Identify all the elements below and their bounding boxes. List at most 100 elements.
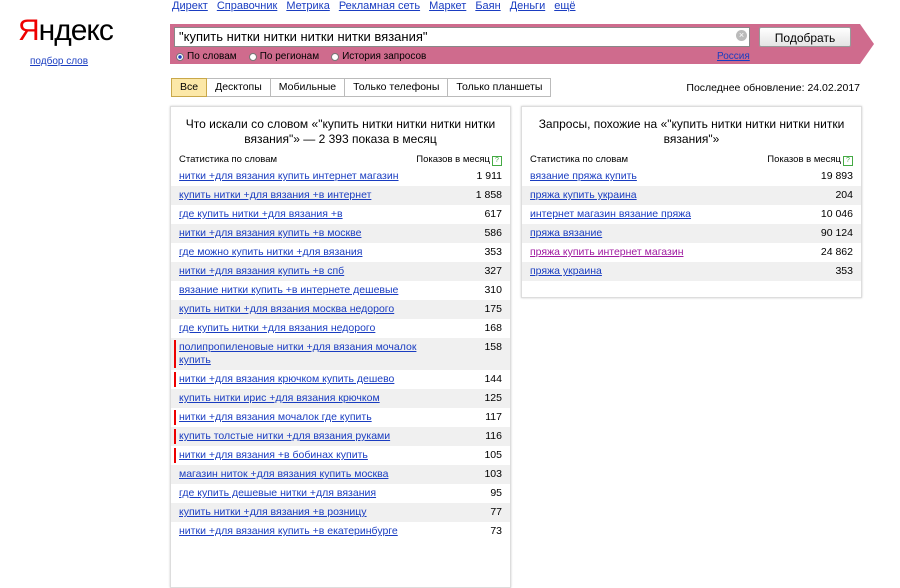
table-row: пряжа украина 353: [522, 262, 861, 281]
topnav-link[interactable]: Деньги: [510, 0, 546, 12]
table-row: нитки +для вязания купить +в екатеринбур…: [171, 522, 510, 541]
shows-count: 105: [484, 449, 502, 461]
keyword-link[interactable]: где можно купить нитки +для вязания: [179, 246, 362, 259]
yandex-logo[interactable]: Яндекс: [18, 14, 114, 48]
shows-count: 310: [484, 284, 502, 296]
keyword-link[interactable]: пряжа вязание: [530, 227, 602, 240]
keyword-link[interactable]: магазин ниток +для вязания купить москва: [179, 468, 388, 481]
table-row: нитки +для вязания +в бобинах купить 105: [171, 446, 510, 465]
keyword-link[interactable]: купить нитки ирис +для вязания крючком: [179, 392, 380, 405]
keyword-link[interactable]: купить нитки +для вязания москва недорог…: [179, 303, 394, 316]
shows-count: 90 124: [820, 227, 853, 239]
clear-icon[interactable]: ×: [736, 30, 747, 41]
table-row: купить нитки ирис +для вязания крючком 12…: [171, 389, 510, 408]
keyword-link[interactable]: нитки +для вязания купить +в спб: [179, 265, 344, 278]
logo-first-letter: Я: [18, 14, 40, 47]
shows-count: 327: [484, 265, 502, 277]
search-input[interactable]: "купить нитки нитки нитки нитки вязания": [174, 27, 750, 47]
keyword-link[interactable]: пряжа украина: [530, 265, 602, 278]
keyword-link[interactable]: пряжа купить украина: [530, 189, 637, 202]
keyword-link[interactable]: где купить дешевые нитки +для вязания: [179, 487, 376, 500]
keyword-link[interactable]: вязание пряжа купить: [530, 170, 637, 183]
shows-count: 168: [484, 322, 502, 334]
keyword-link[interactable]: вязание нитки купить +в интернете дешевы…: [179, 284, 398, 297]
table-row: где купить нитки +для вязания недорого 16…: [171, 319, 510, 338]
shows-count: 19 893: [820, 170, 853, 182]
region-link[interactable]: Россия: [717, 51, 750, 62]
topnav-link[interactable]: Справочник: [217, 0, 278, 12]
table-row: где купить нитки +для вязания +в 617: [171, 205, 510, 224]
podbor-slov-link[interactable]: подбор слов: [30, 56, 88, 67]
radio-button-icon[interactable]: [248, 52, 257, 61]
radio-label: По регионам: [259, 51, 320, 62]
table-row: пряжа купить интернет магазин 24 862: [522, 243, 861, 262]
shows-count: 10 046: [820, 208, 853, 220]
device-tab[interactable]: Только планшеты: [448, 78, 552, 97]
left-col-shows: Показов в месяц?: [416, 153, 502, 167]
table-row: где купить дешевые нитки +для вязания 95: [171, 484, 510, 503]
device-tabs: Все Десктопы Мобильные Только телефоны Тольк…: [171, 78, 552, 97]
device-tab[interactable]: Только телефоны: [345, 78, 449, 97]
shows-count: 116: [485, 430, 502, 442]
radio-button-icon[interactable]: [331, 52, 340, 61]
table-row: нитки +для вязания купить интернет магаз…: [171, 167, 510, 186]
table-row: нитки +для вязания купить +в москве 586: [171, 224, 510, 243]
keyword-link[interactable]: интернет магазин вязание пряжа: [530, 208, 691, 221]
table-row: пряжа купить украина 204: [522, 186, 861, 205]
shows-count: 73: [490, 525, 502, 537]
device-tab[interactable]: Десктопы: [207, 78, 271, 97]
left-panel-title: Что искали со словом «"купить нитки нитк…: [185, 117, 496, 146]
table-row: вязание пряжа купить 19 893: [522, 167, 861, 186]
shows-count: 1 911: [476, 170, 503, 182]
shows-count: 125: [484, 392, 502, 404]
right-table-body: вязание пряжа купить 19 893 пряжа купить у…: [522, 167, 861, 281]
radio-option[interactable]: По словам: [176, 51, 237, 62]
last-update-text: Последнее обновление: 24.02.2017: [686, 82, 860, 94]
table-row: вязание нитки купить +в интернете дешевы…: [171, 281, 510, 300]
topnav-link[interactable]: Метрика: [286, 0, 330, 12]
help-icon[interactable]: ?: [492, 156, 502, 166]
table-row: купить нитки +для вязания +в розницу 77: [171, 503, 510, 522]
keyword-link[interactable]: где купить нитки +для вязания +в: [179, 208, 343, 221]
table-row: купить нитки +для вязания +в интернет 1 8…: [171, 186, 510, 205]
table-row: пряжа вязание 90 124: [522, 224, 861, 243]
keyword-link[interactable]: купить толстые нитки +для вязания руками: [179, 430, 390, 443]
topnav-link[interactable]: Рекламная сеть: [339, 0, 420, 12]
radio-option[interactable]: История запросов: [331, 51, 426, 62]
device-tab[interactable]: Все: [171, 78, 208, 97]
keyword-link[interactable]: купить нитки +для вязания +в интернет: [179, 189, 371, 202]
keyword-link[interactable]: где купить нитки +для вязания недорого: [179, 322, 375, 335]
right-panel-title: Запросы, похожие на «"купить нитки нитки…: [538, 117, 845, 146]
keyword-link[interactable]: нитки +для вязания крючком купить дешево: [179, 373, 394, 386]
keyword-link[interactable]: нитки +для вязания купить +в москве: [179, 227, 361, 240]
shows-count: 586: [484, 227, 502, 239]
radio-option[interactable]: По регионам: [248, 51, 320, 62]
left-col-keywords: Статистика по словам: [179, 154, 278, 165]
topnav-link[interactable]: ещё: [554, 0, 575, 12]
device-tab[interactable]: Мобильные: [270, 78, 346, 97]
help-icon[interactable]: ?: [843, 156, 853, 166]
table-row: где можно купить нитки +для вязания 353: [171, 243, 510, 262]
keyword-link[interactable]: нитки +для вязания купить интернет магаз…: [179, 170, 399, 183]
keyword-link[interactable]: нитки +для вязания мочалок где купить: [179, 411, 372, 424]
radio-label: История запросов: [342, 51, 427, 62]
keyword-link[interactable]: нитки +для вязания +в бобинах купить: [179, 449, 368, 462]
topnav-link[interactable]: Маркет: [429, 0, 466, 12]
top-navigation: Директ Справочник Метрика Рекламная сеть Мар…: [172, 0, 576, 12]
logo-rest: ндекс: [38, 14, 114, 47]
right-table-header: Статистика по словам Показов в месяц?: [530, 153, 853, 167]
topnav-link[interactable]: Баян: [475, 0, 500, 12]
keyword-link[interactable]: полипропиленовые нитки +для вязания моча…: [179, 341, 429, 367]
left-table-header: Статистика по словам Показов в месяц?: [179, 153, 502, 167]
keyword-link[interactable]: купить нитки +для вязания +в розницу: [179, 506, 367, 519]
radio-button-icon[interactable]: [176, 52, 184, 61]
keyword-link[interactable]: пряжа купить интернет магазин: [530, 246, 684, 259]
shows-count: 77: [490, 506, 502, 518]
left-table-body: нитки +для вязания купить интернет магаз…: [171, 167, 510, 541]
right-similar-panel: Запросы, похожие на «"купить нитки нитки…: [521, 106, 862, 298]
topnav-link[interactable]: Директ: [172, 0, 208, 12]
table-row: магазин ниток +для вязания купить москва…: [171, 465, 510, 484]
left-stats-panel: Что искали со словом «"купить нитки нитк…: [170, 106, 511, 588]
keyword-link[interactable]: нитки +для вязания купить +в екатеринбур…: [179, 525, 398, 538]
submit-button[interactable]: Подобрать: [759, 27, 851, 47]
